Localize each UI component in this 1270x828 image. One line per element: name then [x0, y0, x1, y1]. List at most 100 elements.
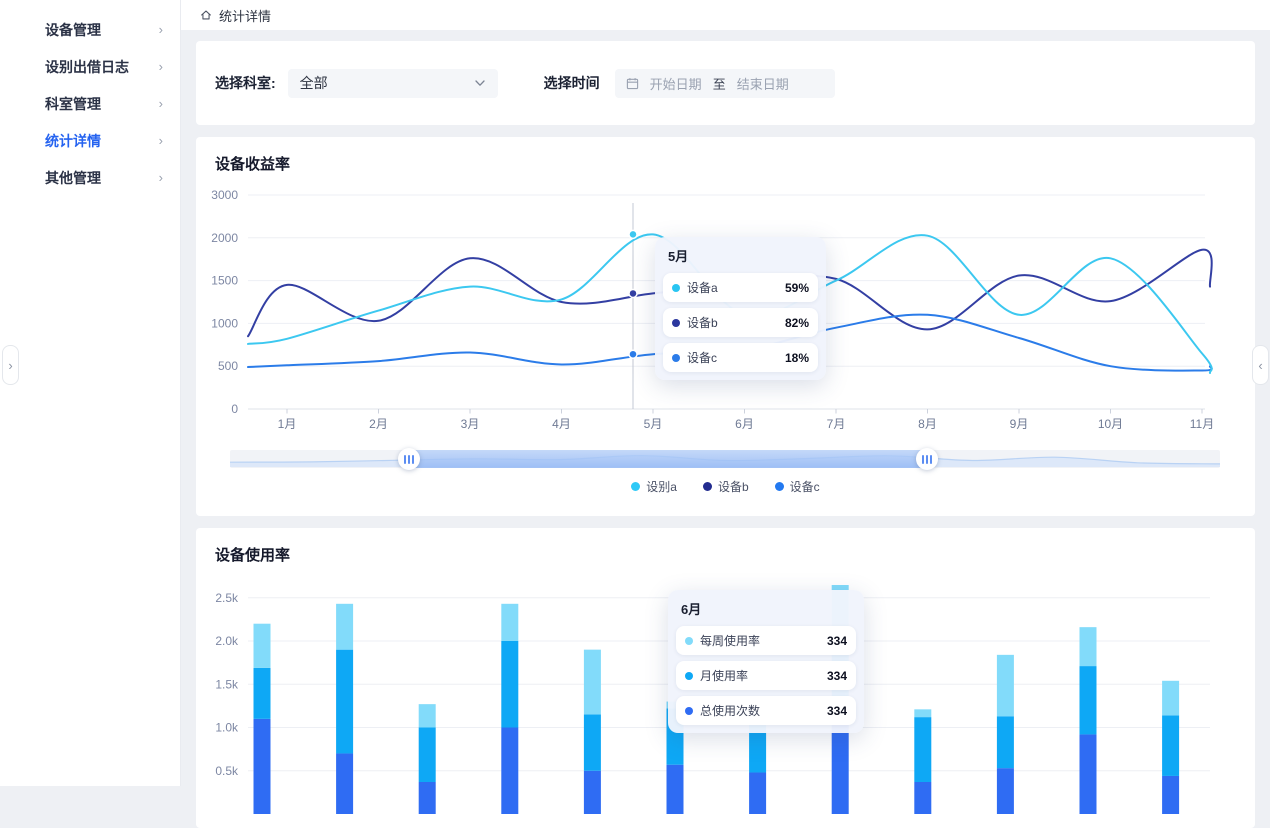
tooltip-row: 月使用率334 [676, 661, 856, 690]
bar-segment[interactable] [914, 717, 931, 782]
bar-segment[interactable] [254, 668, 271, 719]
bar-segment[interactable] [254, 719, 271, 814]
legend-item[interactable]: 设备b [703, 478, 749, 495]
bar-segment[interactable] [749, 772, 766, 814]
bar-segment[interactable] [997, 768, 1014, 814]
tooltip-series-name: 设备a [687, 279, 785, 296]
tooltip-title: 6月 [681, 599, 856, 618]
tooltip-series-name: 月使用率 [700, 667, 827, 684]
legend-label: 设别a [646, 478, 677, 495]
tooltip-series-value: 59% [785, 281, 809, 295]
series-dot-icon [685, 672, 693, 680]
sidebar-item[interactable]: 设备管理› [0, 11, 180, 48]
calendar-icon [626, 77, 639, 90]
bar-segment[interactable] [501, 604, 518, 641]
y-axis-label: 1000 [211, 316, 238, 330]
x-axis-label: 9月 [1010, 417, 1029, 431]
department-select[interactable]: 全部 [288, 69, 498, 98]
tooltip-series-name: 每周使用率 [700, 632, 827, 649]
bar-segment[interactable] [584, 715, 601, 771]
datazoom-selection[interactable] [409, 450, 927, 468]
legend-item[interactable]: 设备c [775, 478, 820, 495]
sidebar-item[interactable]: 科室管理› [0, 85, 180, 122]
y-axis-label: 2000 [211, 231, 238, 245]
legend-label: 设备c [790, 478, 820, 495]
sidebar-item[interactable]: 其他管理› [0, 159, 180, 196]
series-dot-icon [685, 707, 693, 715]
tooltip-series-value: 334 [827, 634, 847, 648]
y-axis-label: 0 [231, 402, 238, 416]
bar-segment[interactable] [584, 771, 601, 814]
bar-segment[interactable] [997, 716, 1014, 768]
usage-chart-card: 设备使用率 0.5k1.0k1.5k2.0k2.5k 6月 每周使用率334月使… [196, 528, 1255, 828]
x-axis-label: 10月 [1098, 417, 1123, 431]
home-icon[interactable] [199, 8, 213, 22]
topbar: 统计详情 [181, 0, 1270, 30]
date-end-placeholder[interactable]: 结束日期 [737, 74, 789, 93]
sidebar-item[interactable]: 设别出借日志› [0, 48, 180, 85]
tooltip-rows: 设备a59%设备b82%设备c18% [663, 273, 818, 372]
x-axis-label: 11月 [1190, 417, 1214, 431]
legend-label: 设备b [718, 478, 749, 495]
x-axis-label: 7月 [827, 417, 846, 431]
date-range-picker[interactable]: 开始日期 至 结束日期 [615, 69, 835, 98]
department-label: 选择科室: [215, 73, 276, 93]
legend-dot-icon [775, 482, 784, 491]
sidebar-item-label: 设别出借日志 [45, 57, 129, 77]
y-axis-label: 1.0k [215, 721, 239, 735]
legend-item[interactable]: 设别a [631, 478, 677, 495]
bar-segment[interactable] [336, 753, 353, 814]
bar-segment[interactable] [1080, 734, 1097, 814]
chevron-right-icon: › [159, 170, 163, 185]
department-select-value: 全部 [300, 73, 328, 93]
time-label: 选择时间 [544, 73, 600, 93]
date-start-placeholder[interactable]: 开始日期 [650, 74, 702, 93]
datazoom-handle-left[interactable] [398, 448, 420, 470]
bar-segment[interactable] [1162, 681, 1179, 716]
chevron-right-icon: › [8, 358, 12, 373]
bar-segment[interactable] [254, 624, 271, 668]
bar-segment[interactable] [584, 650, 601, 715]
tooltip-row: 设备a59% [663, 273, 818, 302]
bar-segment[interactable] [501, 728, 518, 815]
sidebar: 设备管理›设别出借日志›科室管理›统计详情›其他管理› [0, 0, 181, 786]
legend-dot-icon [631, 482, 640, 491]
y-axis-label: 500 [218, 359, 238, 373]
x-axis-label: 4月 [552, 417, 571, 431]
usage-chart-title: 设备使用率 [215, 544, 290, 565]
y-axis-label: 1.5k [215, 677, 239, 691]
datazoom-slider[interactable] [230, 450, 1220, 468]
bar-segment[interactable] [1080, 666, 1097, 734]
bar-segment[interactable] [501, 641, 518, 728]
tooltip-series-name: 设备b [687, 314, 785, 331]
x-axis-label: 2月 [369, 417, 388, 431]
x-axis-label: 1月 [278, 417, 297, 431]
tooltip-series-value: 18% [785, 351, 809, 365]
date-range-separator: 至 [713, 74, 726, 93]
sidebar-expand-handle[interactable]: › [2, 345, 19, 385]
bar-segment[interactable] [1080, 627, 1097, 666]
bar-segment[interactable] [667, 765, 684, 814]
tooltip-series-value: 334 [827, 704, 847, 718]
bar-segment[interactable] [419, 728, 436, 782]
y-axis-label: 3000 [211, 188, 238, 202]
panel-collapse-handle[interactable]: ‹ [1252, 345, 1269, 385]
sidebar-item[interactable]: 统计详情› [0, 122, 180, 159]
datazoom-handle-right[interactable] [916, 448, 938, 470]
legend-dot-icon [703, 482, 712, 491]
bar-segment[interactable] [997, 655, 1014, 716]
x-axis-label: 8月 [918, 417, 937, 431]
bar-segment[interactable] [914, 782, 931, 814]
bar-segment[interactable] [336, 650, 353, 754]
bar-segment[interactable] [1162, 715, 1179, 776]
series-dot-icon [672, 319, 680, 327]
bar-segment[interactable] [419, 704, 436, 727]
chevron-down-icon [474, 77, 486, 89]
bar-segment[interactable] [419, 782, 436, 814]
bar-segment[interactable] [336, 604, 353, 650]
tooltip-series-name: 设备c [687, 349, 785, 366]
bar-segment[interactable] [1162, 776, 1179, 814]
tooltip-title: 5月 [668, 246, 818, 265]
chevron-left-icon: ‹ [1258, 358, 1262, 373]
bar-segment[interactable] [914, 709, 931, 717]
